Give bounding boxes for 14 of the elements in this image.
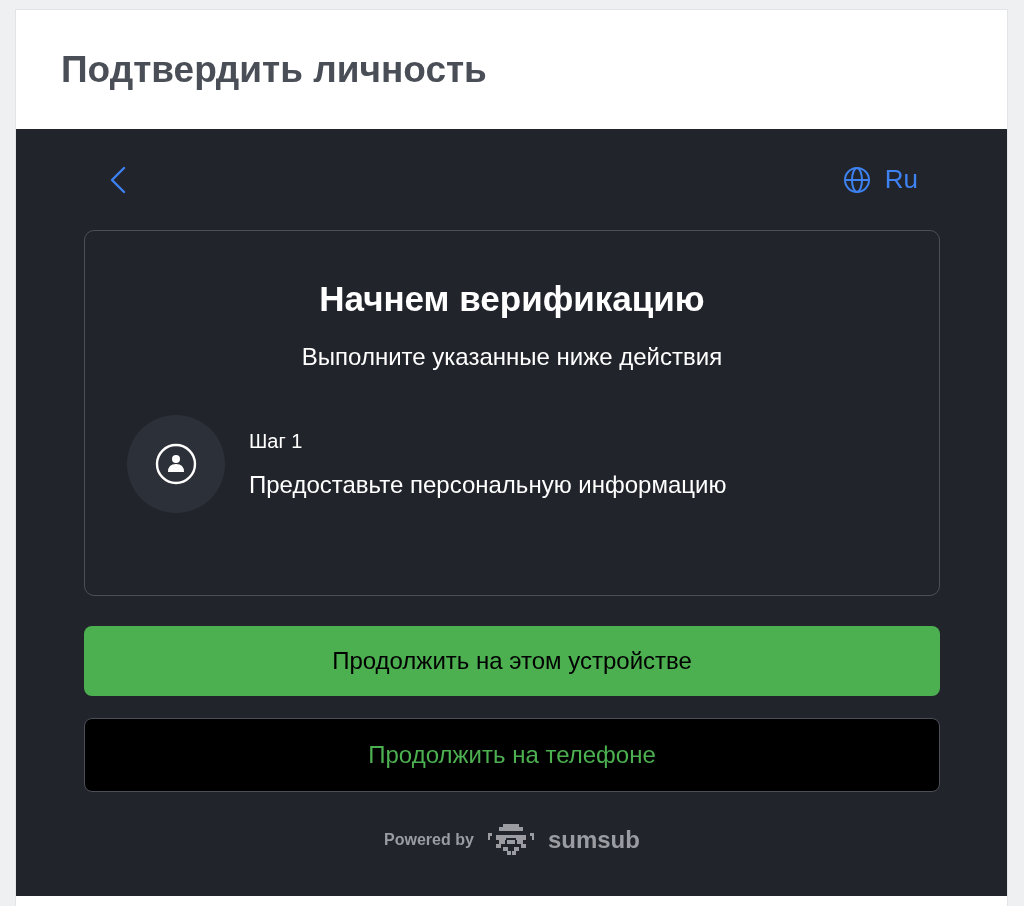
page-title: Подтвердить личность (61, 48, 487, 91)
step-label: Шаг 1 (249, 429, 304, 453)
card-title: Начнем верификацию (318, 279, 706, 319)
step-text: Предоставьте персональную информацию (249, 470, 727, 499)
continue-here-button[interactable]: Продолжить на этом устройстве (84, 626, 940, 696)
brand-name: sumsub (547, 826, 640, 854)
powered-by-label: Powered by (384, 831, 474, 849)
continue-on-phone-button[interactable]: Продолжить на телефоне (84, 718, 940, 792)
person-icon (155, 443, 197, 485)
globe-icon (842, 165, 871, 194)
language-button[interactable]: Ru (842, 164, 918, 195)
card-subtitle: Выполните указанные ниже действия (300, 343, 724, 371)
back-icon[interactable] (110, 165, 126, 194)
logo-icon (487, 822, 534, 858)
